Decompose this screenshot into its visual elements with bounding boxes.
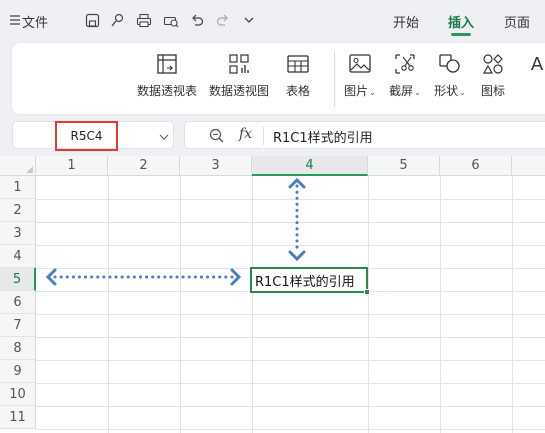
undo-icon[interactable]: [188, 11, 206, 29]
screenshot-button[interactable]: 截屏⌄: [385, 51, 425, 99]
pivot-table-button[interactable]: 数据透视表: [136, 51, 198, 99]
text-icon-glyph: A: [530, 53, 544, 75]
picture-icon: [347, 51, 373, 77]
horizontal-double-arrow: [45, 268, 242, 286]
icons-icon: [480, 51, 506, 77]
chevron-down-icon[interactable]: [158, 128, 170, 147]
active-cell-r5c4[interactable]: R1C1样式的引用: [250, 267, 368, 293]
icons-button[interactable]: 图标: [478, 51, 508, 99]
pivot-table-label: 数据透视表: [136, 84, 197, 98]
file-menu[interactable]: 文件: [22, 12, 49, 31]
table-label: 表格: [285, 84, 310, 98]
table-button[interactable]: 表格: [280, 51, 316, 99]
tab-home-label: 开始: [393, 16, 420, 31]
menu-bar: 文件 开始 插入 页面: [0, 0, 545, 40]
picture-label: 图片: [344, 84, 369, 98]
formula-separator: [263, 127, 264, 145]
text-icon: A: [524, 51, 545, 77]
shapes-dropdown-caret: ⌄: [459, 88, 466, 97]
tab-home[interactable]: 开始: [393, 12, 419, 31]
vertical-double-arrow: [288, 177, 306, 262]
icons-label: 图标: [480, 84, 505, 98]
export-icon[interactable]: [108, 11, 126, 29]
spreadsheet-grid: 1 2 3 4 5 6 1 2 3 4 5 6 7 8 9 10 11 R1C1…: [0, 156, 545, 433]
annotation-arrows: [45, 177, 306, 286]
pivot-chart-icon: [226, 51, 252, 77]
zoom-icon[interactable]: [209, 128, 224, 147]
table-icon: [285, 51, 311, 77]
shapes-icon: [437, 51, 463, 77]
fill-handle[interactable]: [364, 289, 370, 295]
file-menu-label: 文件: [22, 15, 49, 31]
tab-insert[interactable]: 插入: [448, 12, 474, 31]
tab-page-layout[interactable]: 页面: [504, 12, 530, 31]
name-box[interactable]: R5C4: [12, 121, 174, 151]
screenshot-dropdown-caret: ⌄: [414, 88, 421, 97]
fx-icon[interactable]: fx: [239, 126, 252, 142]
picture-dropdown-caret: ⌄: [369, 88, 376, 97]
tab-page-label: 页面: [504, 16, 531, 31]
ribbon: 数据透视表 数据透视图 表格 图片⌄ 截屏⌄ 形状⌄ 图标 A: [12, 43, 545, 114]
shapes-label: 形状: [434, 84, 459, 98]
active-tab-indicator: [451, 33, 471, 36]
chevron-down-icon[interactable]: [240, 11, 258, 29]
screenshot-icon: [392, 51, 418, 77]
formula-input[interactable]: R1C1样式的引用: [273, 127, 373, 146]
ribbon-separator: [334, 51, 335, 107]
print-icon[interactable]: [135, 11, 153, 29]
picture-button[interactable]: 图片⌄: [340, 51, 380, 99]
tab-insert-label: 插入: [448, 16, 475, 31]
pivot-chart-button[interactable]: 数据透视图: [208, 51, 270, 99]
formula-bar: fx R1C1样式的引用: [184, 121, 545, 149]
pivot-table-icon: [154, 51, 180, 77]
save-icon[interactable]: [83, 11, 101, 29]
redo-icon[interactable]: [214, 11, 232, 29]
name-box-value[interactable]: R5C4: [55, 121, 118, 151]
text-button[interactable]: A: [522, 51, 545, 77]
pivot-chart-label: 数据透视图: [208, 84, 269, 98]
screenshot-label: 截屏: [389, 84, 414, 98]
active-cell-text: R1C1样式的引用: [255, 274, 355, 290]
shapes-button[interactable]: 形状⌄: [430, 51, 470, 99]
print-preview-icon[interactable]: [162, 11, 180, 29]
